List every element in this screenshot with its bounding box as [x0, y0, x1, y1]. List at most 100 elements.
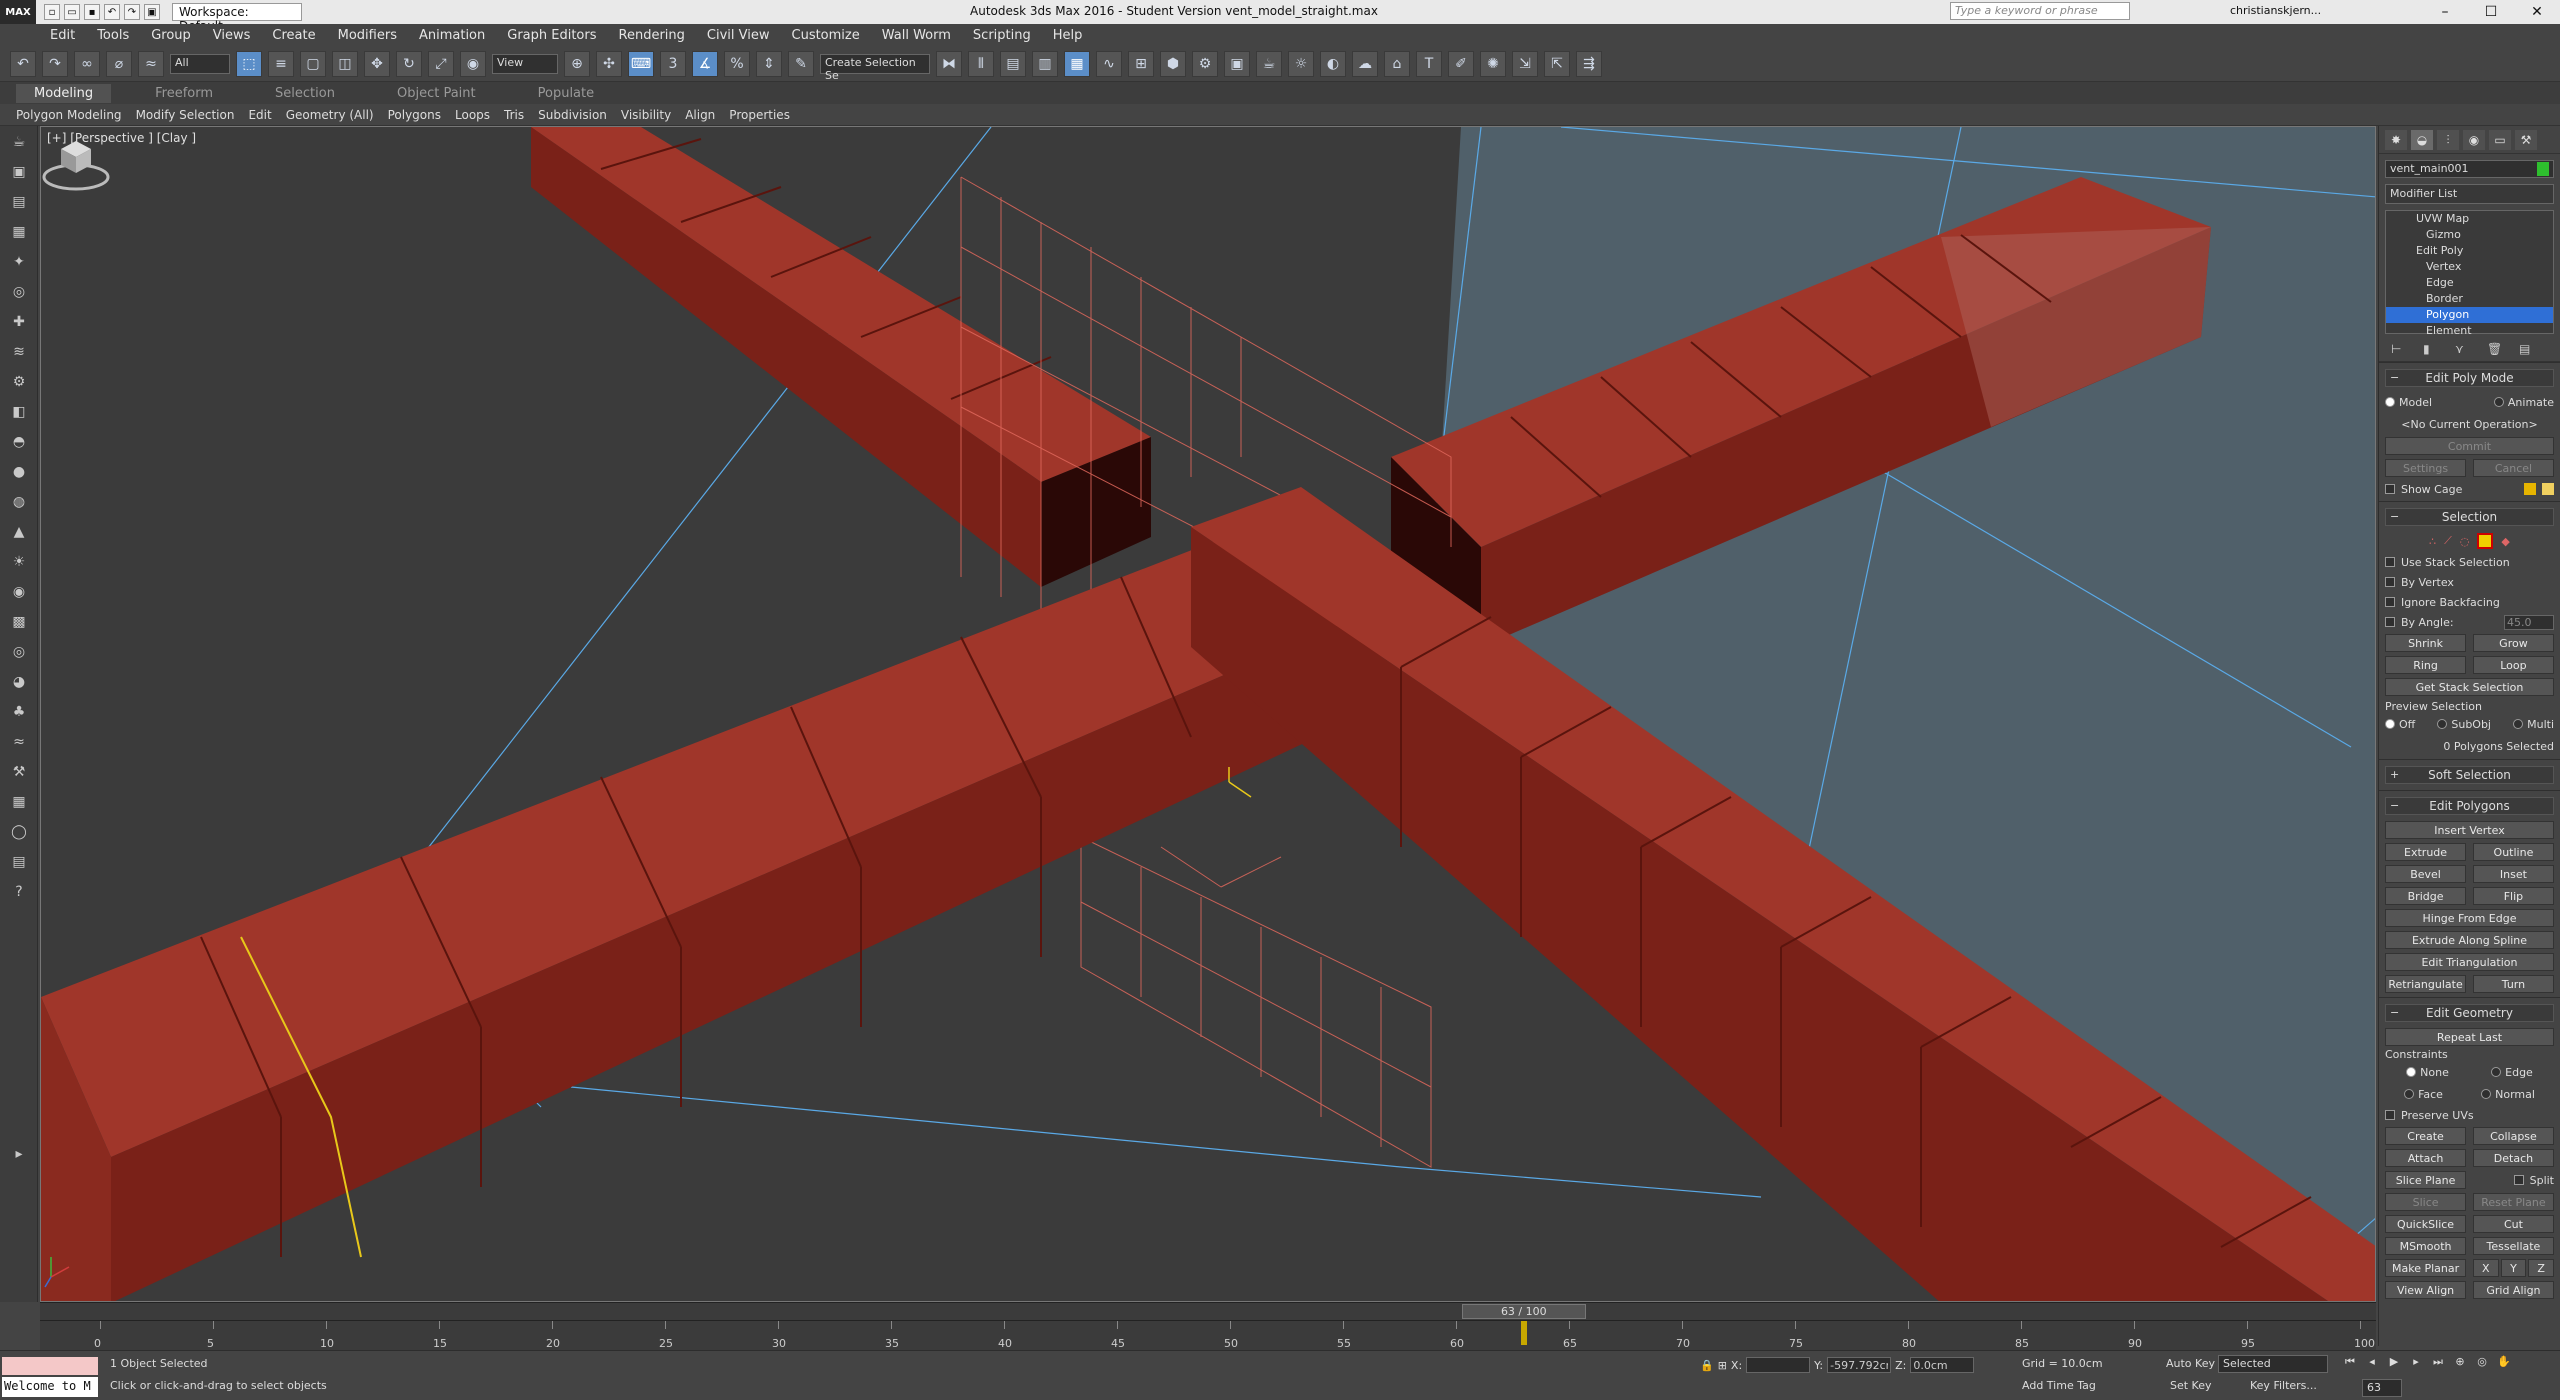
spacewarp-icon[interactable]: ≋ — [8, 344, 30, 366]
dome-icon[interactable]: ◓ — [8, 434, 30, 456]
get-stack-selection-button[interactable]: Get Stack Selection — [2385, 678, 2554, 696]
key-mode-selection-dropdown[interactable]: Selected — [2218, 1355, 2328, 1373]
place-icon[interactable]: ◉ — [460, 50, 486, 77]
y-coordinate-field[interactable] — [1827, 1357, 1892, 1373]
compile-icon[interactable]: ⇶ — [1576, 50, 1602, 77]
menu-animation[interactable]: Animation — [419, 28, 485, 43]
menu-views[interactable]: Views — [213, 28, 251, 43]
minimize-icon[interactable]: – — [2422, 0, 2468, 24]
insert-vertex-button[interactable]: Insert Vertex — [2385, 821, 2554, 839]
viewcube-icon[interactable] — [41, 127, 111, 197]
bulb-icon[interactable]: ◯ — [8, 824, 30, 846]
attach-button[interactable]: Attach — [2385, 1149, 2467, 1167]
reference-coordinate-dropdown[interactable]: View — [492, 53, 558, 74]
render-production-icon[interactable]: ☕ — [1256, 50, 1282, 77]
next-frame-icon[interactable]: ▸ — [2408, 1355, 2424, 1371]
undo-icon[interactable]: ↶ — [10, 50, 36, 77]
cut-button[interactable]: Cut — [2472, 1215, 2554, 1233]
go-to-end-icon[interactable]: ⏭ — [2430, 1355, 2446, 1371]
target-icon[interactable]: ◎ — [8, 644, 30, 666]
x-coordinate-field[interactable] — [1746, 1357, 1811, 1373]
time-slider-thumb[interactable]: 63 / 100 — [1461, 1304, 1586, 1319]
wall-worm-icon[interactable]: ⌂ — [1384, 50, 1410, 77]
preserve-uvs-checkbox[interactable]: Preserve UVs — [2385, 1105, 2554, 1125]
grid-tool-icon[interactable]: ▦ — [8, 794, 30, 816]
edge-mode-icon[interactable]: ⟋ — [2444, 534, 2452, 548]
zoom-icon[interactable]: ⊕ — [2452, 1355, 2468, 1371]
settings-button[interactable]: Settings — [2385, 459, 2467, 477]
plane-icon[interactable]: ▤ — [8, 194, 30, 216]
menu-group[interactable]: Group — [151, 28, 191, 43]
bind-space-warp-icon[interactable]: ≈ — [138, 50, 164, 77]
move-icon[interactable]: ✥ — [364, 50, 390, 77]
import-icon[interactable]: ⇱ — [1544, 50, 1570, 77]
slice-plane-button[interactable]: Slice Plane — [2385, 1171, 2467, 1189]
preview-subobj-radio[interactable]: SubObj — [2437, 718, 2491, 731]
commit-button[interactable]: Commit — [2385, 437, 2554, 455]
key-filters-button[interactable]: Key Filters... — [2250, 1379, 2317, 1392]
ignore-backfacing-checkbox[interactable]: Ignore Backfacing — [2385, 592, 2554, 612]
by-vertex-checkbox[interactable]: By Vertex — [2385, 572, 2554, 592]
motion-tab-icon[interactable]: ◉ — [2463, 130, 2485, 150]
workspace-dropdown[interactable]: Workspace: Default — [172, 3, 302, 33]
render-activeshade-icon[interactable]: ◐ — [1320, 50, 1346, 77]
object-color-swatch[interactable] — [2537, 162, 2549, 176]
light-icon[interactable]: ✦ — [8, 254, 30, 276]
spinner-snap-icon[interactable]: ⇕ — [756, 50, 782, 77]
project-folder-icon[interactable]: ▣ — [144, 4, 160, 20]
panel-loops[interactable]: Loops — [455, 108, 490, 122]
go-to-start-icon[interactable]: ⏮ — [2342, 1355, 2358, 1371]
link-icon[interactable]: ∞ — [74, 50, 100, 77]
close-icon[interactable]: ✕ — [2514, 0, 2560, 24]
rectangle-selection-icon[interactable]: ▢ — [300, 50, 326, 77]
select-manipulate-icon[interactable]: ✣ — [596, 50, 622, 77]
stack-item-element[interactable]: Element — [2386, 323, 2553, 339]
layer-explorer-icon[interactable]: ▥ — [1032, 50, 1058, 77]
panel-properties[interactable]: Properties — [729, 108, 790, 122]
constraint-normal-radio[interactable]: Normal — [2481, 1088, 2535, 1101]
box-icon[interactable]: ▣ — [8, 164, 30, 186]
menu-modifiers[interactable]: Modifiers — [338, 28, 397, 43]
toggle-ribbon-icon[interactable]: ▦ — [1064, 50, 1090, 77]
create-button[interactable]: Create — [2385, 1127, 2467, 1145]
stack-item-border[interactable]: Border — [2386, 291, 2553, 307]
cancel-button[interactable]: Cancel — [2472, 459, 2554, 477]
panel-align[interactable]: Align — [685, 108, 715, 122]
edit-named-selection-icon[interactable]: ✎ — [788, 50, 814, 77]
view-align-button[interactable]: View Align — [2385, 1281, 2467, 1299]
menu-rendering[interactable]: Rendering — [619, 28, 685, 43]
planar-x-button[interactable]: X — [2472, 1259, 2499, 1277]
modifier-list-dropdown[interactable]: Modifier List — [2385, 184, 2554, 204]
rollout-header[interactable]: Selection — [2385, 508, 2554, 526]
play-icon[interactable]: ▶ — [2386, 1355, 2402, 1371]
stack-item-edit-poly[interactable]: Edit Poly — [2386, 243, 2553, 259]
grid-icon[interactable]: ▦ — [8, 224, 30, 246]
planar-y-button[interactable]: Y — [2500, 1259, 2527, 1277]
outline-button[interactable]: Outline — [2472, 843, 2554, 861]
helper-icon[interactable]: ✚ — [8, 314, 30, 336]
flip-button[interactable]: Flip — [2472, 887, 2554, 905]
reset-plane-button[interactable]: Reset Plane — [2472, 1193, 2554, 1211]
by-angle-checkbox[interactable]: By Angle: 45.0 — [2385, 612, 2554, 632]
current-frame-field[interactable]: 63 — [2362, 1379, 2402, 1397]
loop-button[interactable]: Loop — [2472, 656, 2554, 674]
shrink-button[interactable]: Shrink — [2385, 634, 2467, 652]
cage-select-color-swatch[interactable] — [2542, 483, 2554, 495]
snaps-toggle-icon[interactable]: 3 — [660, 50, 686, 77]
render-setup-icon[interactable]: ⚙ — [1192, 50, 1218, 77]
tab-freeform[interactable]: Freeform — [137, 84, 231, 103]
constraint-face-radio[interactable]: Face — [2404, 1088, 2443, 1101]
undo-icon[interactable]: ↶ — [104, 4, 120, 20]
named-selection-dropdown[interactable]: Create Selection Se — [820, 53, 930, 82]
rotate-icon[interactable]: ↻ — [396, 50, 422, 77]
cage-color-swatch[interactable] — [2524, 483, 2536, 495]
menu-wall-worm[interactable]: Wall Worm — [882, 28, 951, 43]
percent-snap-icon[interactable]: % — [724, 50, 750, 77]
vertex-mode-icon[interactable]: ∴ — [2429, 535, 2436, 548]
preview-multi-radio[interactable]: Multi — [2513, 718, 2554, 731]
modify-tab-icon[interactable]: ◒ — [2411, 130, 2433, 150]
rollout-header[interactable]: Soft Selection — [2385, 766, 2554, 784]
preview-off-radio[interactable]: Off — [2385, 718, 2415, 731]
perspective-viewport[interactable]: [+] [Perspective ] [Clay ] — [40, 126, 2376, 1302]
model-radio[interactable]: Model — [2385, 396, 2432, 409]
